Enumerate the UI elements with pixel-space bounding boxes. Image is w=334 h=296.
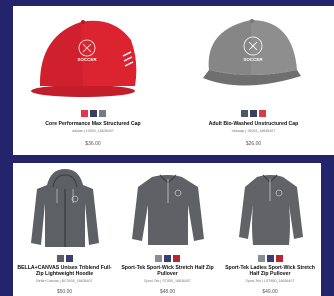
gray-cap-image[interactable]: SOCCER [173,6,334,106]
color-swatch[interactable] [98,110,106,117]
product-brand-sku: Bella+Canvas | BC3939_16636407 [36,279,93,283]
product-name[interactable]: Sport-Tek Ladies Sport-Wick Stretch Half… [221,265,319,278]
product-brand-sku: Sport-Tek | ST850_16636407 [144,279,191,283]
color-swatch[interactable] [65,255,73,262]
product-card[interactable]: Sport-Tek Sport-Wick Stretch Half Zip Pu… [116,163,219,296]
color-swatches [116,255,219,262]
product-price: $48.00 [159,289,176,295]
product-grid-row-1: SOCCER Core Performance Max Structured C… [13,6,334,155]
hoodie-image[interactable] [13,163,116,251]
half-zip-pullover-image[interactable] [116,163,219,251]
color-swatch[interactable] [275,255,283,262]
ladies-half-zip-pullover-image[interactable] [219,163,321,251]
product-card[interactable]: BELLA+CANVAS Unisex Triblend Full-Zip Li… [13,163,116,296]
red-cap-image[interactable]: SOCCER [13,6,173,106]
product-price: $26.00 [245,141,262,147]
color-swatch[interactable] [250,110,257,117]
color-swatch[interactable] [164,255,171,262]
color-swatch[interactable] [257,255,265,262]
color-swatches [173,110,334,117]
color-swatch[interactable] [266,255,274,262]
color-swatch[interactable] [241,110,248,117]
product-card[interactable]: Sport-Tek Ladies Sport-Wick Stretch Half… [219,163,321,296]
color-swatch[interactable] [56,255,64,262]
color-swatch[interactable] [259,110,266,117]
product-grid-row-2: BELLA+CANVAS Unisex Triblend Full-Zip Li… [13,163,321,296]
product-price: $50.00 [56,289,73,295]
product-card[interactable]: SOCCER Core Performance Max Structured C… [13,6,173,155]
color-swatch[interactable] [155,255,162,262]
color-swatches [13,110,173,117]
product-name[interactable]: Sport-Tek Sport-Wick Stretch Half Zip Pu… [118,265,217,278]
product-brand-sku: Sport-Tek | LST850_16636407 [245,279,295,283]
color-swatch[interactable] [80,110,88,117]
color-swatch[interactable] [173,255,180,262]
product-price: $49.00 [262,289,278,295]
cap-logo-text: SOCCER [243,57,263,62]
product-name[interactable]: Core Performance Max Structured Cap [15,121,171,127]
color-swatch[interactable] [89,110,97,117]
product-name[interactable]: BELLA+CANVAS Unisex Triblend Full-Zip Li… [15,265,114,278]
product-price: $36.00 [85,141,101,147]
cap-logo-text: SOCCER [77,57,97,62]
color-swatches [13,255,116,262]
product-name[interactable]: Adult Bio-Washed Unstructured Cap [175,121,332,127]
product-brand-sku: adidas | 10593_16636407 [72,129,114,133]
product-card[interactable]: SOCCER Adult Bio-Washed Unstructured Cap… [173,6,334,155]
color-swatches [219,255,321,262]
product-brand-sku: Valucap | 26093_16636407 [231,129,276,133]
